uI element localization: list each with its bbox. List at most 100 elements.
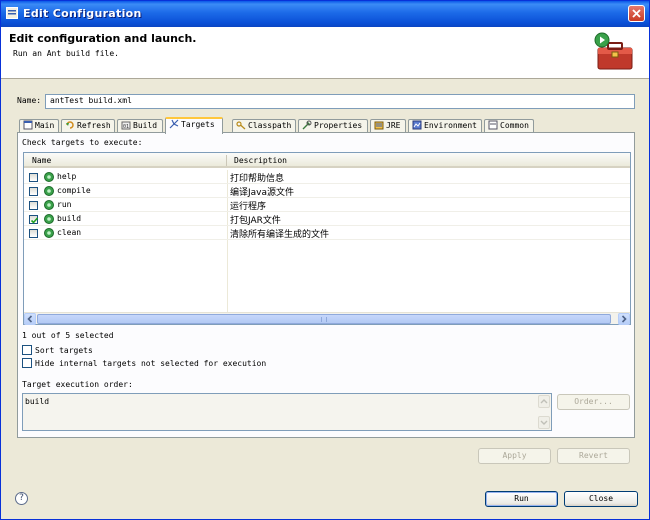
tab-classpath-label: Classpath [248,121,292,130]
tab-environment-label: Environment [424,121,477,130]
table-row[interactable]: help 打印帮助信息 [24,170,630,184]
classpath-icon [236,121,246,130]
target-checkbox-checked[interactable] [29,215,39,224]
name-label: Name: [17,96,42,105]
target-icon [44,228,54,238]
tab-build[interactable]: 01 Build [117,119,163,133]
target-icon [44,186,54,196]
revert-button[interactable]: Revert [557,448,630,464]
close-button[interactable]: Close [564,491,638,507]
target-name: build [57,214,82,223]
properties-icon [302,120,312,130]
targets-table: Name Description help 打印帮助信息 compile 编译J… [23,152,631,325]
tab-environment[interactable]: Environment [408,119,482,133]
tab-common-label: Common [500,121,529,130]
execution-order-label: Target execution order: [22,380,133,389]
tab-targets[interactable]: Targets [165,117,223,134]
target-name: help [57,172,77,181]
hide-internal-label[interactable]: Hide internal targets not selected for e… [35,359,266,368]
scrollbar-thumb[interactable] [37,314,611,324]
tab-build-label: Build [133,121,158,130]
svg-text:01: 01 [123,124,129,130]
close-icon [632,9,641,18]
chevron-down-icon [540,420,548,425]
chevron-up-icon [540,399,548,404]
scrollbar-grip [321,317,327,322]
help-icon[interactable]: ? [15,492,28,505]
column-header-description[interactable]: Description [234,156,287,165]
execution-order-box[interactable]: build [22,393,552,431]
banner-heading: Edit configuration and launch. [9,32,197,45]
main-icon [23,120,33,130]
column-header-name[interactable]: Name [32,156,51,165]
tab-common[interactable]: Common [484,119,534,133]
horizontal-scrollbar[interactable] [24,312,630,325]
scroll-right-button[interactable] [618,313,630,325]
tab-targets-label: Targets [181,120,215,129]
target-checkbox[interactable] [29,201,38,210]
target-icon [44,172,54,182]
execution-order-value: build [25,397,50,406]
target-description: 打包JAR文件 [230,216,281,226]
table-row[interactable]: compile 编译Java源文件 [24,184,630,198]
target-description: 打印帮助信息 [230,174,285,184]
tab-refresh[interactable]: Refresh [61,119,115,133]
vertical-scrollbar[interactable] [537,394,551,430]
hide-internal-checkbox[interactable] [22,358,32,368]
target-name: compile [57,186,91,195]
target-description: 编译Java源文件 [230,188,295,198]
tab-properties-label: Properties [314,121,363,130]
edit-configuration-dialog: Edit Configuration Edit configuration an… [0,0,650,520]
eclipse-app-icon [6,7,18,19]
table-row[interactable]: run 运行程序 [24,198,630,212]
tab-main-label: Main [35,121,55,130]
header-banner: Edit configuration and launch. Run an An… [1,27,649,79]
title-bar[interactable]: Edit Configuration [1,1,649,27]
window-title: Edit Configuration [23,7,142,20]
target-checkbox[interactable] [29,187,38,196]
target-icon [44,200,54,210]
target-description: 运行程序 [230,202,267,212]
run-button[interactable]: Run [485,491,558,507]
apply-button[interactable]: Apply [478,448,551,464]
target-name: clean [57,228,82,237]
targets-panel: Check targets to execute: Name Descripti… [17,132,635,438]
target-checkbox[interactable] [29,173,38,182]
target-name: run [57,200,72,209]
environment-icon [412,120,422,130]
target-icon [44,214,54,224]
target-description: 清除所有编译生成的文件 [230,230,330,240]
sort-targets-checkbox[interactable] [22,345,32,355]
targets-icon [169,119,179,129]
order-button[interactable]: Order... [557,394,630,410]
chevron-right-icon [621,315,627,323]
banner-subtitle: Run an Ant build file. [13,49,119,58]
refresh-icon [66,121,74,129]
tab-properties[interactable]: Properties [298,119,368,133]
scroll-up-button[interactable] [538,395,550,408]
table-row[interactable]: clean 清除所有编译生成的文件 [24,226,630,240]
chevron-left-icon [27,315,33,323]
column-divider[interactable] [226,155,227,166]
scroll-down-button[interactable] [538,416,550,429]
table-header: Name Description [24,153,630,168]
selection-status: 1 out of 5 selected [22,331,114,340]
scroll-left-button[interactable] [24,313,36,325]
checkmark-icon [30,217,39,224]
tab-refresh-label: Refresh [77,121,111,130]
ant-toolbox-icon [594,32,633,70]
table-row[interactable]: build 打包JAR文件 [24,212,630,226]
tab-jre[interactable]: JRE [370,119,406,133]
tab-jre-label: JRE [386,121,401,130]
jre-icon [374,121,384,130]
name-input[interactable]: antTest build.xml [45,94,635,109]
tab-main[interactable]: Main [19,119,59,133]
targets-instruction: Check targets to execute: [22,138,143,147]
tab-classpath[interactable]: Classpath [232,119,296,133]
sort-targets-label[interactable]: Sort targets [35,346,93,355]
build-icon: 01 [121,121,131,130]
common-icon [488,120,498,130]
config-tabs: Main Refresh 01 Build Targets Classpath P… [19,117,635,134]
close-window-button[interactable] [628,5,645,22]
target-checkbox[interactable] [29,229,38,238]
